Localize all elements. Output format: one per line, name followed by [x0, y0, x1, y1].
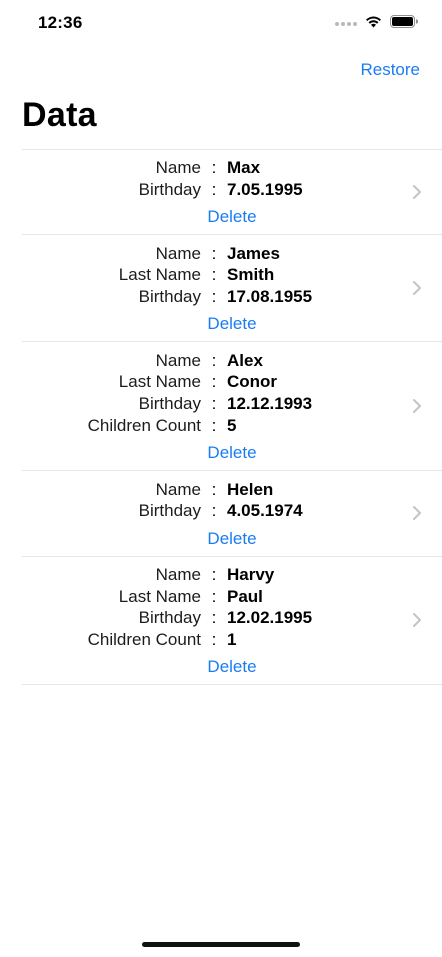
field-row: Birthday : 12.02.1995: [22, 607, 442, 629]
field-separator: :: [211, 287, 217, 307]
field-separator: :: [211, 265, 217, 285]
field-label: Last Name: [118, 265, 201, 285]
chevron-right-icon: [413, 506, 421, 521]
field-separator: :: [211, 394, 217, 414]
delete-button[interactable]: Delete: [207, 313, 256, 335]
field-label: Name: [155, 243, 201, 263]
field-value: Harvy: [227, 564, 275, 584]
wifi-icon: [366, 16, 381, 28]
data-list: Name : Max Birthday : 7.05.1995 Delete N…: [22, 149, 442, 686]
field-separator: :: [211, 586, 217, 606]
delete-button[interactable]: Delete: [207, 528, 256, 550]
status-icons: [335, 15, 418, 28]
restore-button[interactable]: Restore: [360, 60, 420, 80]
field-value: Smith: [227, 265, 275, 285]
field-value: 7.05.1995: [227, 180, 303, 200]
field-separator: :: [211, 629, 217, 649]
delete-button[interactable]: Delete: [207, 206, 256, 228]
field-row: Birthday : 4.05.1974: [22, 500, 442, 522]
list-item[interactable]: Name : Helen Birthday : 4.05.1974 Delete: [22, 471, 442, 557]
status-time: 12:36: [38, 13, 83, 32]
field-label: Birthday: [138, 394, 201, 414]
field-row: Birthday : 17.08.1955: [22, 286, 442, 308]
field-row: Name : Harvy: [22, 564, 442, 586]
field-separator: :: [211, 180, 217, 200]
delete-button[interactable]: Delete: [207, 442, 256, 464]
chevron-right-icon: [413, 281, 421, 296]
field-row: Last Name : Paul: [22, 585, 442, 607]
list-item[interactable]: Name : Max Birthday : 7.05.1995 Delete: [22, 150, 442, 236]
chevron-right-icon: [413, 613, 421, 628]
field-row: Children Count : 5: [22, 415, 442, 437]
delete-button[interactable]: Delete: [207, 656, 256, 678]
field-separator: :: [211, 479, 217, 499]
field-label: Birthday: [138, 287, 201, 307]
field-row: Name : James: [22, 242, 442, 264]
field-row: Name : Max: [22, 157, 442, 179]
field-value: Paul: [227, 586, 263, 606]
field-label: Birthday: [138, 608, 201, 628]
field-label: Children Count: [87, 415, 201, 435]
field-separator: :: [211, 501, 217, 521]
field-label: Children Count: [87, 629, 201, 649]
field-value: 5: [227, 415, 237, 435]
field-row: Name : Alex: [22, 349, 442, 371]
chevron-right-icon: [413, 185, 421, 200]
field-separator: :: [211, 372, 217, 392]
list-item[interactable]: Name : Alex Last Name : Conor Birthday :…: [22, 342, 442, 472]
field-separator: :: [211, 350, 217, 370]
field-row: Last Name : Conor: [22, 371, 442, 393]
field-separator: :: [211, 564, 217, 584]
signal-icon: [335, 16, 357, 28]
battery-icon: [390, 15, 418, 28]
chevron-right-icon: [413, 399, 421, 414]
field-value: Conor: [227, 372, 278, 392]
field-label: Name: [155, 350, 201, 370]
field-label: Name: [155, 479, 201, 499]
list-item[interactable]: Name : James Last Name : Smith Birthday …: [22, 235, 442, 343]
status-bar: 12:36: [0, 0, 442, 48]
field-value: Max: [227, 158, 261, 178]
field-separator: :: [211, 415, 217, 435]
field-value: 1: [227, 629, 237, 649]
field-value: James: [227, 243, 280, 263]
field-label: Name: [155, 158, 201, 178]
home-indicator[interactable]: [142, 942, 300, 947]
page-title: Data: [22, 96, 97, 134]
field-separator: :: [211, 158, 217, 178]
field-value: Helen: [227, 479, 274, 499]
field-separator: :: [211, 243, 217, 263]
field-row: Birthday : 12.12.1993: [22, 393, 442, 415]
list-item[interactable]: Name : Harvy Last Name : Paul Birthday :…: [22, 557, 442, 686]
field-row: Birthday : 7.05.1995: [22, 179, 442, 201]
field-value: 12.12.1993: [227, 394, 313, 414]
field-row: Name : Helen: [22, 478, 442, 500]
field-row: Last Name : Smith: [22, 264, 442, 286]
field-label: Birthday: [138, 180, 201, 200]
field-separator: :: [211, 608, 217, 628]
field-label: Last Name: [118, 586, 201, 606]
field-row: Children Count : 1: [22, 629, 442, 651]
field-value: 17.08.1955: [227, 287, 313, 307]
field-label: Last Name: [118, 372, 201, 392]
field-value: Alex: [227, 350, 263, 370]
field-value: 4.05.1974: [227, 501, 303, 521]
field-value: 12.02.1995: [227, 608, 313, 628]
field-label: Name: [155, 564, 201, 584]
field-label: Birthday: [138, 501, 201, 521]
